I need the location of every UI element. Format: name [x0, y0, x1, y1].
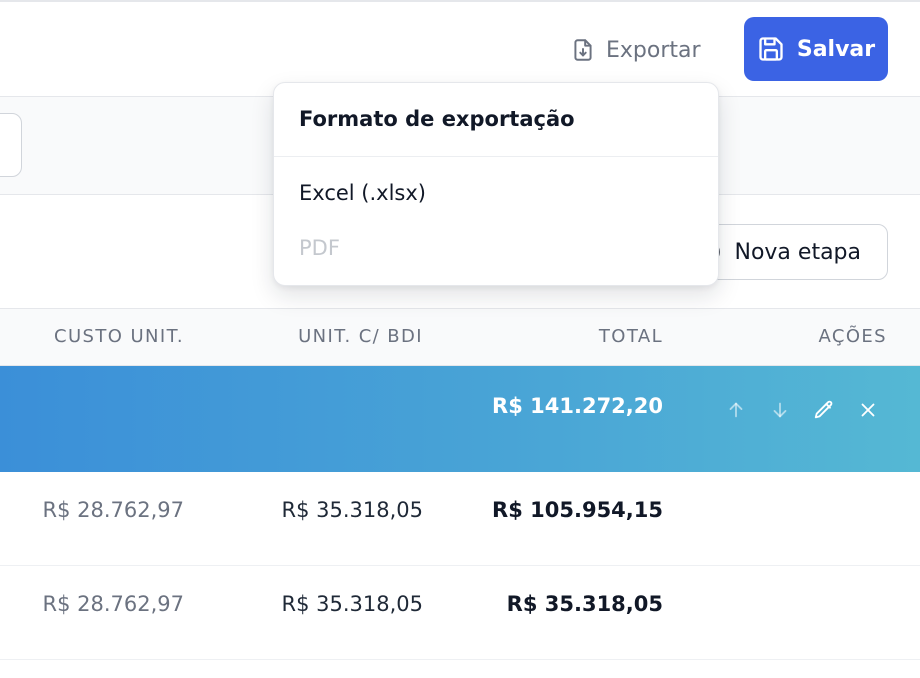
cell-custo-unit: R$ 28.762,97	[42, 498, 184, 522]
close-icon[interactable]	[856, 398, 880, 422]
column-header-custo-unit: CUSTO UNIT.	[54, 326, 184, 347]
export-option-xlsx[interactable]: Excel (.xlsx)	[299, 181, 426, 205]
new-stage-button-label: Nova etapa	[734, 239, 862, 265]
cell-unit-bdi: R$ 35.318,05	[281, 592, 423, 616]
filter-input[interactable]	[0, 113, 22, 177]
column-header-acoes: AÇÕES	[818, 326, 887, 347]
export-format-menu: Formato de exportação Excel (.xlsx) PDF	[273, 82, 719, 286]
cell-total: R$ 105.954,15	[492, 498, 663, 522]
save-button-label: Salvar	[796, 36, 876, 62]
pencil-icon[interactable]	[812, 398, 836, 422]
file-download-icon	[570, 37, 596, 63]
table-header: CUSTO UNIT. UNIT. C/ BDI TOTAL AÇÕES	[0, 309, 920, 366]
table-row[interactable]: R$ 28.762,97 R$ 35.318,05 R$ 35.318,05	[0, 566, 920, 660]
export-menu-title: Formato de exportação	[299, 107, 575, 131]
export-button-label: Exportar	[606, 37, 701, 63]
stage-row[interactable]: R$ 141.272,20	[0, 366, 920, 472]
column-header-total: TOTAL	[598, 326, 663, 347]
save-button[interactable]: Salvar	[744, 17, 888, 81]
floppy-disk-icon	[757, 35, 785, 63]
stage-total: R$ 141.272,20	[492, 394, 663, 418]
arrow-up-icon[interactable]	[724, 398, 748, 422]
arrow-down-icon[interactable]	[768, 398, 792, 422]
column-header-unit-bdi: UNIT. C/ BDI	[298, 326, 423, 347]
export-button[interactable]: Exportar	[560, 22, 711, 78]
export-option-pdf: PDF	[299, 236, 340, 260]
table-row[interactable]: R$ 28.762,97 R$ 35.318,05 R$ 105.954,15	[0, 472, 920, 566]
cell-total: R$ 35.318,05	[506, 592, 663, 616]
cell-unit-bdi: R$ 35.318,05	[281, 498, 423, 522]
divider	[274, 156, 718, 157]
cell-custo-unit: R$ 28.762,97	[42, 592, 184, 616]
